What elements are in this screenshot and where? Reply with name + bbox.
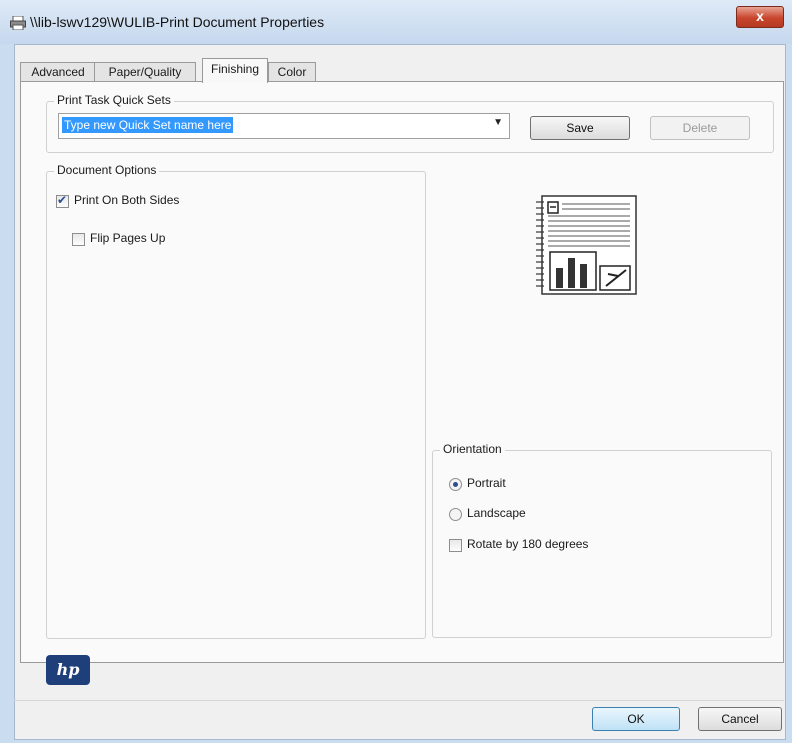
rotate-180-checkbox[interactable] (449, 539, 462, 552)
booklet-preview-icon (536, 195, 637, 295)
close-button[interactable]: x (736, 6, 784, 28)
print-both-sides-checkbox[interactable] (56, 193, 69, 208)
portrait-radio[interactable] (449, 478, 462, 491)
landscape-radio[interactable] (449, 508, 462, 521)
flip-pages-up-label[interactable]: Flip Pages Up (90, 231, 165, 245)
tab-finishing[interactable]: Finishing (202, 58, 268, 83)
portrait-label[interactable]: Portrait (467, 476, 506, 490)
rotate-180-label[interactable]: Rotate by 180 degrees (467, 537, 588, 551)
delete-button[interactable]: Delete (650, 116, 750, 140)
chevron-down-icon[interactable]: ▼ (493, 117, 503, 128)
save-button[interactable]: Save (530, 116, 630, 140)
window-title: \\lib-lswv129\WULIB-Print Document Prope… (30, 14, 325, 30)
print-properties-window: \\lib-lswv129\WULIB-Print Document Prope… (0, 0, 792, 743)
tab-paper-quality[interactable]: Paper/Quality (94, 62, 196, 82)
title-bar[interactable]: \\lib-lswv129\WULIB-Print Document Prope… (0, 0, 792, 44)
ok-button[interactable]: OK (592, 707, 680, 731)
footer-divider (14, 700, 784, 701)
printer-icon (10, 16, 26, 30)
landscape-label[interactable]: Landscape (467, 506, 526, 520)
tab-color[interactable]: Color (268, 62, 316, 82)
flip-pages-up-checkbox[interactable] (72, 233, 85, 246)
quick-set-combo[interactable]: Type new Quick Set name here ▼ (58, 113, 510, 139)
hp-logo: hp (46, 655, 90, 685)
orientation-label: Orientation (440, 442, 505, 456)
cancel-button[interactable]: Cancel (698, 707, 782, 731)
document-options-label: Document Options (54, 163, 160, 177)
tab-advanced[interactable]: Advanced (20, 62, 96, 82)
quick-set-text[interactable]: Type new Quick Set name here (62, 117, 234, 133)
print-both-sides-label[interactable]: Print On Both Sides (74, 193, 179, 207)
quick-sets-label: Print Task Quick Sets (54, 93, 174, 107)
